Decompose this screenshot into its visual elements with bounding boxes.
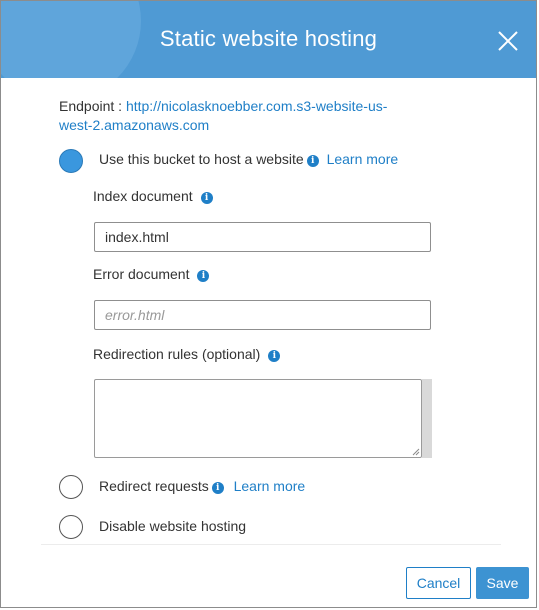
- endpoint: Endpoint : http://nicolasknoebber.com.s3…: [59, 97, 419, 135]
- footer-divider: [41, 544, 501, 545]
- cancel-button[interactable]: Cancel: [406, 567, 471, 599]
- radio-host-website[interactable]: [59, 149, 83, 173]
- dialog-header: Static website hosting: [1, 1, 536, 78]
- static-website-hosting-dialog: Static website hosting Endpoint : http:/…: [0, 0, 537, 608]
- learn-more-link-redirect[interactable]: Learn more: [234, 478, 306, 494]
- error-document-input[interactable]: [94, 300, 431, 330]
- index-document-label-row: Index document i: [93, 188, 213, 204]
- textarea-scrollbar[interactable]: [422, 379, 432, 458]
- redirection-rules-label: Redirection rules (optional): [93, 346, 261, 362]
- option-redirect-requests: Redirect requests i Learn more: [99, 478, 305, 494]
- info-icon[interactable]: i: [211, 482, 224, 494]
- close-icon[interactable]: [495, 28, 521, 54]
- redirection-rules-textarea[interactable]: [94, 379, 422, 458]
- option-host-website: Use this bucket to host a website i Learn…: [99, 151, 398, 167]
- option-host-label: Use this bucket to host a website: [99, 151, 304, 167]
- endpoint-label: Endpoint :: [59, 98, 126, 114]
- info-icon[interactable]: i: [200, 192, 213, 204]
- index-document-input[interactable]: [94, 222, 431, 252]
- error-document-label: Error document: [93, 266, 190, 282]
- redirection-rules-label-row: Redirection rules (optional) i: [93, 346, 281, 362]
- option-disable-label: Disable website hosting: [99, 518, 247, 534]
- dialog-title: Static website hosting: [159, 26, 378, 51]
- info-icon[interactable]: i: [268, 350, 281, 362]
- save-button[interactable]: Save: [476, 567, 529, 599]
- index-document-label: Index document: [93, 188, 193, 204]
- error-document-label-row: Error document i: [93, 266, 210, 282]
- learn-more-link-host[interactable]: Learn more: [327, 151, 399, 167]
- info-icon[interactable]: i: [197, 270, 210, 282]
- radio-disable-hosting[interactable]: [59, 515, 83, 539]
- resize-handle-icon[interactable]: [412, 448, 420, 456]
- radio-redirect-requests[interactable]: [59, 475, 83, 499]
- option-redirect-label: Redirect requests: [99, 478, 209, 494]
- info-icon[interactable]: i: [306, 155, 319, 167]
